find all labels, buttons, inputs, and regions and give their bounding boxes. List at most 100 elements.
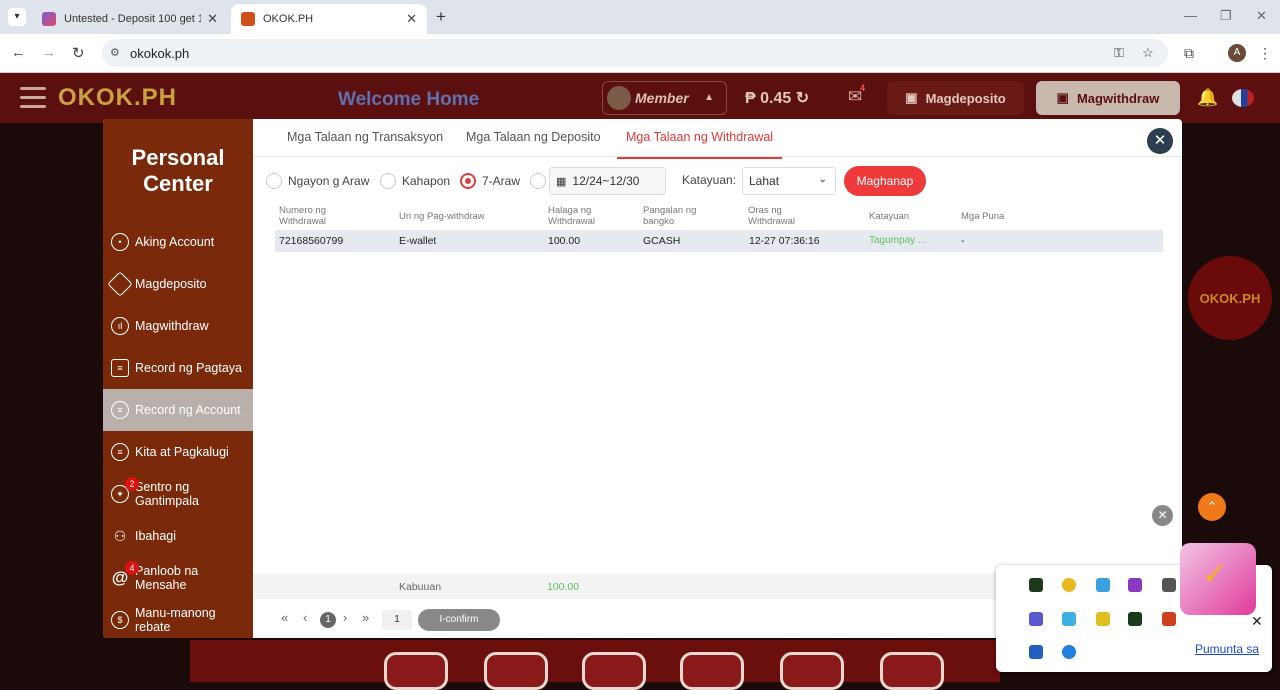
sidebar-item-label: Record ng Pagtaya [135,361,243,375]
tab-transaksyon[interactable]: Mga Talaan ng Transaksyon [287,130,443,144]
reload-icon[interactable]: ↻ [72,44,85,62]
status-select[interactable]: Lahat ⌄ [742,167,836,195]
member-dropdown[interactable]: Member ▲ [602,81,727,115]
teams-tray-icon[interactable] [1029,612,1043,626]
last-page-icon[interactable]: » [362,610,369,625]
side-promo-logo[interactable]: OKOK.PH [1188,256,1272,340]
defender-tray-icon[interactable] [1029,645,1043,659]
tab-search-dropdown[interactable]: ▾ [8,8,26,26]
window-close-icon[interactable]: ✕ [1256,8,1267,24]
date-range-value: 12/24~12/30 [572,174,640,188]
prev-page-icon[interactable]: ‹ [303,610,307,625]
sidebar-item-label: Panloob na Mensahe [135,564,199,592]
current-page[interactable]: 1 [320,612,336,628]
browser-tab-okok[interactable]: OKOK.PH ✕ [231,4,427,34]
sidebar-item-label: Manu-manong rebate [135,606,216,634]
sidebar-item-aking-account[interactable]: • Aking Account [103,221,253,263]
sidebar-item-ibahagi[interactable]: ⚇ Ibahagi [103,515,253,557]
wallet-icon: ▣ [905,90,918,105]
extensions-icon[interactable]: ⧉ [1184,45,1194,62]
radio-7-days[interactable]: 7-Araw [460,173,520,189]
sidebar-item-magdeposito[interactable]: Magdeposito [103,263,253,305]
withdrawal-time: 12-27 07:36:16 [749,235,820,247]
search-button[interactable]: Maghanap [844,166,926,196]
jackpot-digit [680,652,744,690]
philippines-flag-icon[interactable] [1232,89,1254,107]
minimize-icon[interactable]: — [1184,8,1197,23]
chevron-down-icon: ⌄ [818,174,827,185]
radio-today[interactable]: Ngayon g Araw [266,173,369,189]
balance-value: 0.45 [760,90,792,107]
close-icon[interactable]: ✕ [207,11,218,27]
tab-deposito[interactable]: Mga Talaan ng Deposito [466,130,601,144]
menu-dots-icon[interactable]: ⋮ [1258,45,1272,62]
new-tab-button[interactable]: + [436,7,446,27]
close-float-button[interactable]: ✕ [1152,505,1173,526]
app-tray-icon[interactable] [1162,578,1176,592]
close-modal-button[interactable]: ✕ [1147,128,1173,154]
radio-yesterday[interactable]: Kahapon [380,173,450,189]
column-header: Katayuan [869,211,910,222]
sidebar-item-label: Record ng Account [135,403,241,417]
back-icon[interactable]: ← [11,44,26,61]
main-panel: Mga Talaan ng Transaksyon Mga Talaan ng … [253,119,1182,638]
app-tray-icon[interactable] [1096,578,1110,592]
remarks: - [961,235,965,247]
page-input[interactable]: 1 [382,610,412,630]
sidebar-item-panloob-mensahe[interactable]: @ Panloob na Mensahe 4 [103,557,253,599]
confirm-button[interactable]: I-confirm [418,609,500,631]
rebate-icon: $ [111,611,129,629]
tab-withdrawal[interactable]: Mga Talaan ng Withdrawal [616,130,783,159]
forward-icon[interactable]: → [41,44,56,61]
deposit-button[interactable]: ▣ Magdeposito [887,81,1024,115]
profile-avatar[interactable]: A [1228,44,1246,62]
tab-title: Untested - Deposit 100 get 100 [64,13,202,25]
restore-icon[interactable]: ❐ [1220,8,1232,24]
shield-icon[interactable] [1162,612,1176,626]
withdraw-button[interactable]: ▣ Magwithdraw [1036,81,1180,115]
key-icon[interactable]: ⚿ [1114,45,1124,61]
sidebar-item-manu-manong-rebate[interactable]: $ Manu-manong rebate [103,599,253,638]
app-tray-icon[interactable] [1062,612,1076,626]
chrome-tray-icon[interactable] [1062,578,1076,592]
close-icon[interactable]: ✕ [406,11,417,27]
app-tray-icon[interactable] [1128,612,1142,626]
refresh-icon[interactable]: ↻ [796,90,809,107]
sidebar-item-record-pagtaya[interactable]: ≡ Record ng Pagtaya [103,347,253,389]
withdrawal-type: E-wallet [399,235,437,247]
sidebar-item-sentro-gantimpala[interactable]: ✦ Sentro ng Gantimpala 2 [103,473,253,515]
close-icon[interactable]: ✕ [1251,613,1263,630]
sidebar-item-kita-pagkalugi[interactable]: ≡ Kita at Pagkalugi [103,431,253,473]
currency-symbol: ₱ [745,90,756,107]
column-header: Halaga ng Withdrawal [548,205,595,227]
withdraw-label: Magwithdraw [1076,90,1160,106]
sidebar-item-record-account[interactable]: ≡ Record ng Account [103,389,253,431]
nvidia-tray-icon[interactable] [1029,578,1043,592]
first-page-icon[interactable]: « [281,610,288,625]
bank-name: GCASH [643,235,681,247]
site-settings-icon[interactable]: ⚙ [110,46,120,59]
next-page-icon[interactable]: › [343,610,347,625]
sidebar-item-label: Magdeposito [135,277,207,291]
user-icon: • [111,233,129,251]
hamburger-menu-icon[interactable] [20,87,46,114]
table-row[interactable]: 72168560799 E-wallet 100.00 GCASH 12-27 … [275,230,1163,252]
star-icon[interactable]: ☆ [1142,45,1154,61]
scroll-top-button[interactable]: ⌃ [1198,493,1226,521]
reward-gift-icon[interactable]: ✓ [1180,543,1256,615]
jackpot-digit [780,652,844,690]
site-logo[interactable]: OKOK.PH [58,84,177,112]
browser-tab-untested[interactable]: Untested - Deposit 100 get 100 ✕ [32,4,228,34]
sidebar: Personal Center • Aking Account Magdeposi… [103,119,253,638]
radio-label: Kahapon [402,174,451,188]
app-tray-icon[interactable] [1096,612,1110,626]
bell-icon[interactable]: 🔔 [1197,88,1218,108]
tray-link[interactable]: Pumunta sa [1195,642,1259,656]
date-range-picker[interactable]: ▦ 12/24~12/30 [549,167,666,195]
app-tray-icon[interactable] [1128,578,1142,592]
bluetooth-icon[interactable] [1062,645,1076,659]
url-field[interactable]: ⚙ okokok.ph ⚿ ☆ [102,39,1168,67]
notification-badge: 2 [125,477,139,491]
sidebar-item-magwithdraw[interactable]: ıl Magwithdraw [103,305,253,347]
mail-icon[interactable]: ✉ 4 [848,83,865,107]
